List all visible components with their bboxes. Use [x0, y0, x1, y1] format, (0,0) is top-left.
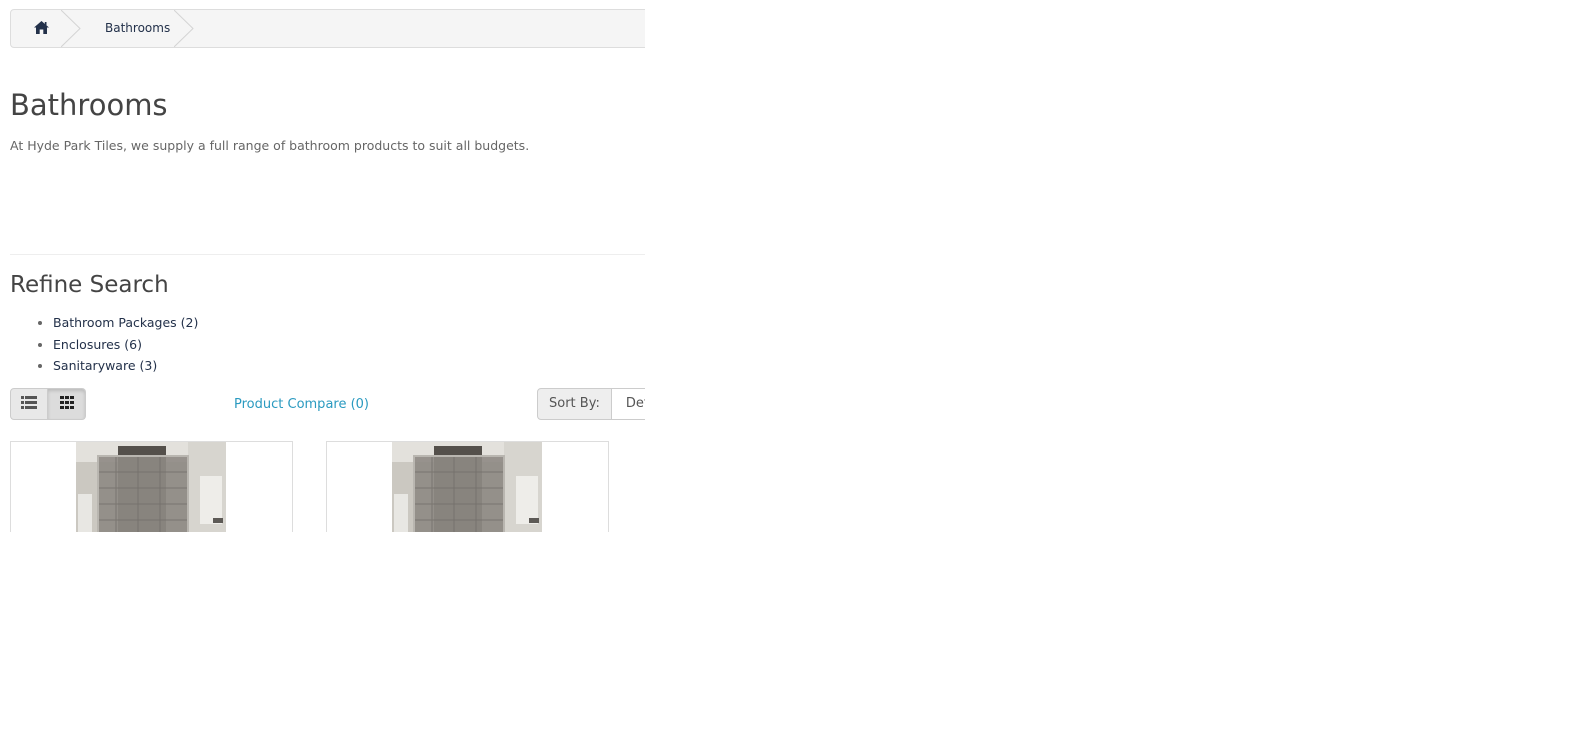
- list-view-button[interactable]: [10, 388, 48, 420]
- refine-search-list: Bathroom Packages (2) Enclosures (6) San…: [10, 314, 198, 379]
- list-item: Bathroom Packages (2): [53, 314, 198, 336]
- sort-group: Sort By: Default: [537, 388, 645, 420]
- breadcrumb-separator: [61, 10, 81, 47]
- breadcrumb-item-bathrooms[interactable]: Bathrooms: [97, 10, 170, 47]
- section-divider: [10, 254, 645, 255]
- list-item: Enclosures (6): [53, 336, 198, 358]
- grid-view-icon: [59, 396, 75, 412]
- breadcrumb: Bathrooms: [10, 9, 645, 48]
- shower-enclosure-image[interactable]: [76, 442, 226, 532]
- product-card[interactable]: [326, 441, 609, 532]
- refine-link-bathroom-packages[interactable]: Bathroom Packages (2): [53, 315, 198, 330]
- page-title: Bathrooms: [10, 88, 168, 122]
- product-compare-link[interactable]: Product Compare (0): [234, 397, 369, 412]
- page-viewport: Bathrooms Bathrooms At Hyde Park Tiles, …: [0, 0, 645, 532]
- product-card[interactable]: [10, 441, 293, 532]
- shower-enclosure-image[interactable]: [392, 442, 542, 532]
- grid-view-button[interactable]: [48, 388, 86, 420]
- view-toggle: [10, 388, 87, 420]
- refine-search-title: Refine Search: [10, 272, 169, 298]
- refine-link-enclosures[interactable]: Enclosures (6): [53, 337, 142, 352]
- home-icon: [33, 19, 49, 38]
- refine-link-sanitaryware[interactable]: Sanitaryware (3): [53, 358, 157, 373]
- sort-select[interactable]: Default: [611, 388, 645, 420]
- breadcrumb-separator: [174, 10, 194, 47]
- category-description: At Hyde Park Tiles, we supply a full ran…: [10, 138, 530, 153]
- list-item: Sanitaryware (3): [53, 357, 198, 379]
- list-view-icon: [21, 396, 37, 412]
- sort-label: Sort By:: [537, 388, 612, 420]
